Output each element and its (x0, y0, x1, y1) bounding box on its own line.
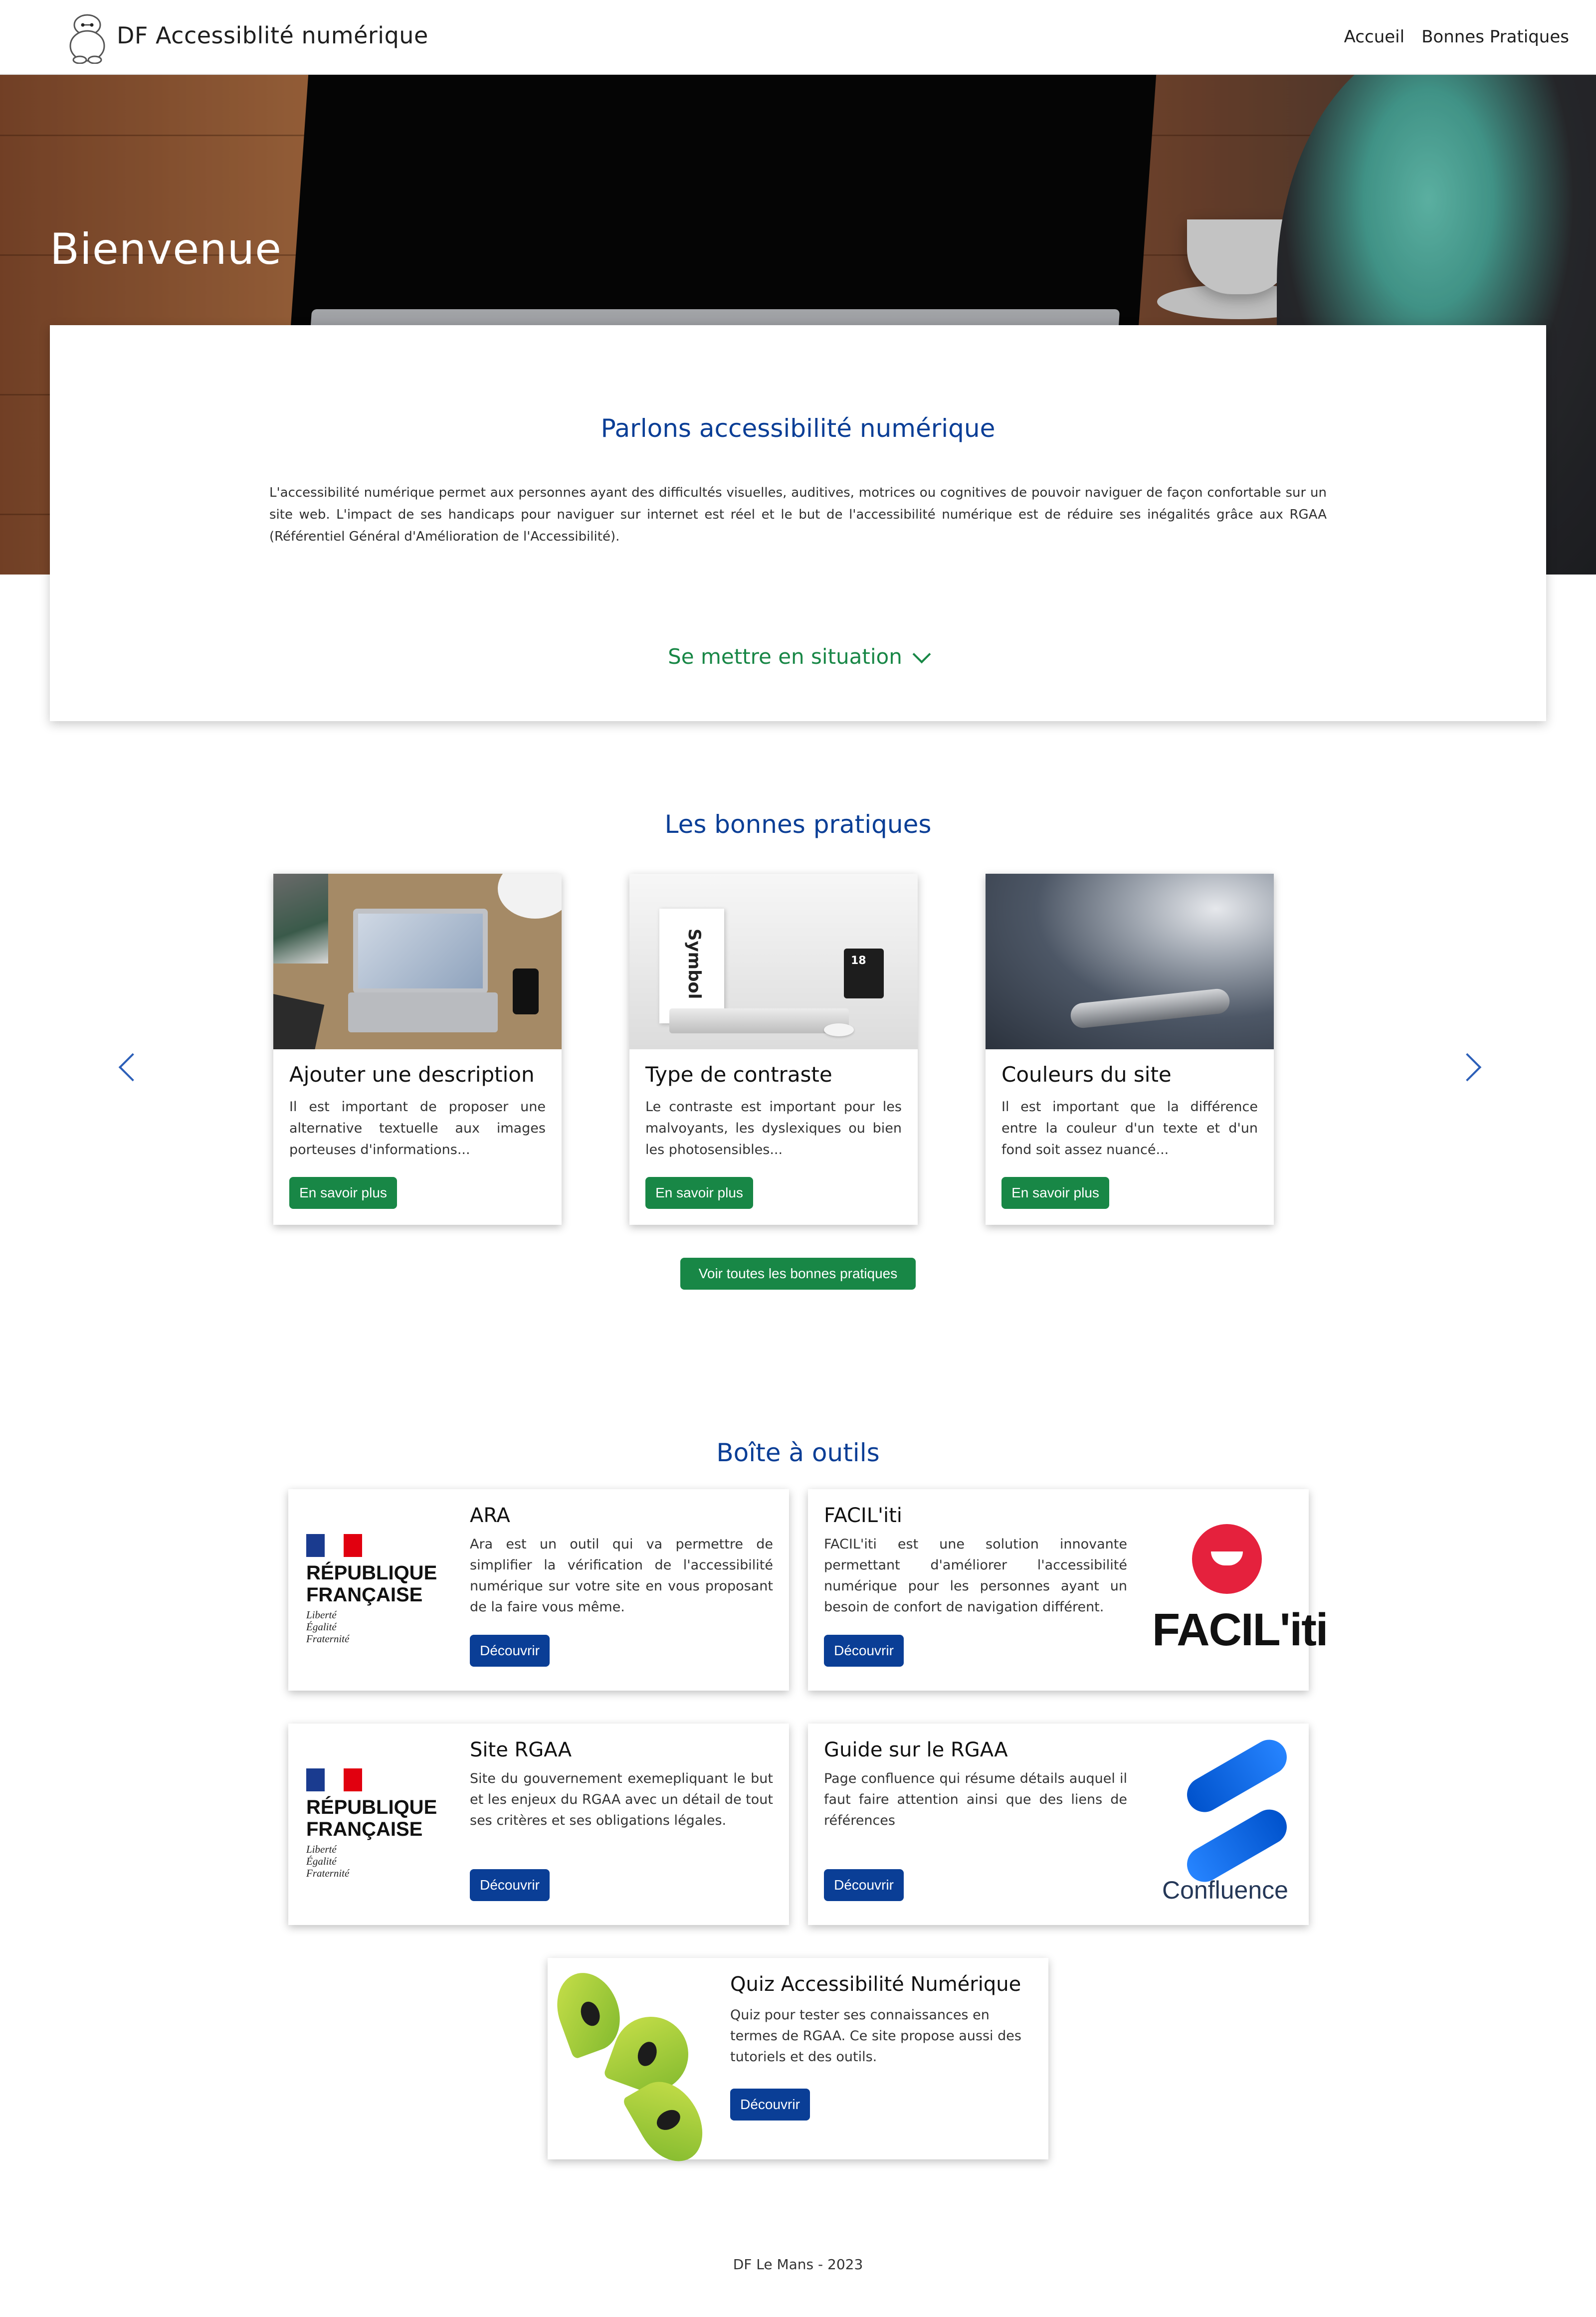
image-symbol-box: Symbol (659, 909, 724, 1023)
image-phone (513, 968, 539, 1014)
republique-francaise-logo: RÉPUBLIQUE FRANÇAISE Liberté Égalité Frater… (306, 1534, 441, 1649)
image-mouse (824, 1023, 854, 1036)
quiz-leaves-logo (547, 1964, 716, 2173)
intro-title: Parlons accessibilité numérique (600, 414, 996, 443)
decouvrir-button[interactable]: Découvrir (824, 1869, 904, 1901)
tool-card-guide-rgaa: Guide sur le RGAA Page confluence qui ré… (808, 1724, 1309, 1925)
image-calendar: 18 (844, 949, 884, 998)
mascot-logo-icon[interactable] (65, 10, 110, 64)
french-flag-icon (306, 1534, 362, 1557)
hero-title: Bienvenue (50, 224, 282, 274)
image-laptop (353, 909, 488, 993)
decouvrir-button[interactable]: Découvrir (470, 1635, 550, 1667)
confluence-swoosh-icon (1181, 1733, 1293, 1819)
chevron-down-icon[interactable] (912, 645, 931, 664)
nav-link-bonnes-pratiques[interactable]: Bonnes Pratiques (1421, 27, 1569, 47)
faciliti-logo-text: FACIL'iti (1152, 1604, 1328, 1655)
image-lamp (498, 874, 562, 919)
intro-card: Parlons accessibilité numérique L'access… (50, 325, 1546, 721)
confluence-logo: Confluence (1162, 1733, 1312, 1918)
tool-card-faciliti: FACIL'iti FACIL'iti est une solution inn… (808, 1489, 1328, 1691)
image-symbol-label: Symbol (684, 929, 704, 999)
faciliti-boat-icon (1192, 1524, 1262, 1594)
tool-text: FACIL'iti est une solution innovante per… (824, 1537, 1127, 1615)
practice-image-desk (273, 874, 562, 1049)
main-nav: Accueil Bonnes Pratiques (1344, 27, 1569, 47)
logo-rf-motto: Liberté Égalité Fraternité (306, 1609, 350, 1645)
practice-image-phone (986, 874, 1274, 1049)
tool-title: ARA (470, 1504, 510, 1527)
image-calendar-label: 18 (851, 955, 866, 967)
tool-card-ara: RÉPUBLIQUE FRANÇAISE Liberté Égalité Frater… (288, 1489, 789, 1691)
tool-text: Site du gouvernement exemepliquant le bu… (470, 1771, 773, 1828)
site-footer: DF Le Mans - 2023 (733, 2256, 863, 2273)
practice-card-text: Il est important que la différence entre… (1001, 1099, 1258, 1158)
tool-card-site-rgaa: RÉPUBLIQUE FRANÇAISE Liberté Égalité Frater… (288, 1724, 789, 1925)
situation-toggle[interactable]: Se mettre en situation (50, 644, 1546, 669)
confluence-logo-text: Confluence (1162, 1876, 1288, 1904)
image-notebook (273, 993, 325, 1049)
site-brand[interactable]: DF Accessiblité numérique (117, 22, 428, 49)
voir-toutes-button[interactable]: Voir toutes les bonnes pratiques (680, 1258, 916, 1290)
logo-rf-text: RÉPUBLIQUE FRANÇAISE (306, 1562, 437, 1606)
carousel-prev-arrow-icon[interactable] (118, 1053, 147, 1082)
bonnes-pratiques-title: Les bonnes pratiques (664, 810, 932, 839)
top-navbar: DF Accessiblité numérique Accueil Bonnes… (0, 0, 1596, 75)
image-phone (1069, 987, 1231, 1029)
image-laptop (669, 1008, 849, 1033)
decouvrir-button[interactable]: Découvrir (470, 1869, 550, 1901)
practice-card-title: Type de contraste (645, 1062, 832, 1087)
nav-link-accueil[interactable]: Accueil (1344, 27, 1404, 47)
tool-text: Ara est un outil qui va permettre de sim… (470, 1537, 773, 1615)
faciliti-logo: FACIL'iti (1152, 1524, 1328, 1669)
carousel-next-arrow-icon[interactable] (1453, 1053, 1482, 1082)
decouvrir-button[interactable]: Découvrir (730, 2089, 810, 2121)
tool-title: Site RGAA (470, 1738, 572, 1761)
practice-card: Ajouter une description Il est important… (273, 874, 562, 1225)
practice-card-text: Le contraste est important pour les malv… (645, 1099, 902, 1158)
practice-card-text: Il est important de proposer une alterna… (289, 1099, 546, 1158)
tool-title: FACIL'iti (824, 1504, 902, 1527)
image-keyboard (348, 992, 498, 1032)
tool-title: Quiz Accessibilité Numérique (730, 1973, 1021, 1996)
logo-rf-text: RÉPUBLIQUE FRANÇAISE (306, 1796, 437, 1840)
image-books (273, 874, 328, 964)
practice-card: Symbol 18 Type de contraste Le contraste… (629, 874, 918, 1225)
decouvrir-button[interactable]: Découvrir (824, 1635, 904, 1667)
en-savoir-plus-button[interactable]: En savoir plus (289, 1177, 397, 1209)
tool-title: Guide sur le RGAA (824, 1738, 1008, 1761)
practice-card: Couleurs du site Il est important que la… (986, 874, 1274, 1225)
en-savoir-plus-button[interactable]: En savoir plus (1001, 1177, 1109, 1209)
french-flag-icon (306, 1768, 362, 1791)
logo-rf-motto: Liberté Égalité Fraternité (306, 1843, 350, 1879)
tool-text: Quiz pour tester ses connaissances en te… (730, 2007, 1021, 2065)
boite-outils-title: Boîte à outils (716, 1438, 880, 1467)
en-savoir-plus-button[interactable]: En savoir plus (645, 1177, 753, 1209)
practice-card-title: Ajouter une description (289, 1062, 535, 1087)
practice-card-title: Couleurs du site (1001, 1062, 1172, 1087)
tool-card-quiz: Quiz Accessibilité Numérique Quiz pour t… (547, 1958, 1048, 2173)
situation-label[interactable]: Se mettre en situation (668, 644, 902, 669)
intro-text: L'accessibilité numérique permet aux per… (269, 485, 1327, 544)
practice-image-white-laptop: Symbol 18 (629, 874, 918, 1049)
republique-francaise-logo: RÉPUBLIQUE FRANÇAISE Liberté Égalité Frater… (306, 1768, 441, 1883)
tool-text: Page confluence qui résume détails auque… (824, 1771, 1127, 1828)
